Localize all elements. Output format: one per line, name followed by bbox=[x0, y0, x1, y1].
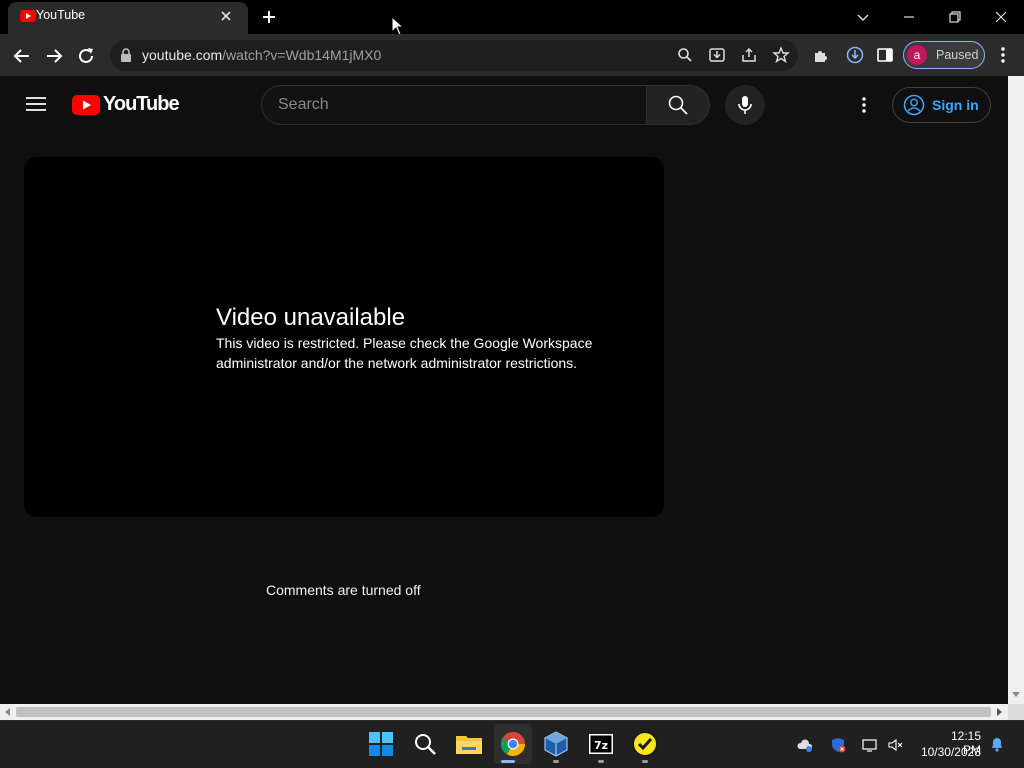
youtube-logo-text[interactable]: YouTube bbox=[103, 93, 180, 116]
profile-status: Paused bbox=[936, 48, 979, 62]
restore-button[interactable] bbox=[944, 6, 966, 28]
vertical-scrollbar[interactable] bbox=[1008, 76, 1024, 704]
7zip-icon[interactable]: 7z bbox=[586, 729, 616, 759]
sign-in-label: Sign in bbox=[932, 97, 979, 113]
youtube-favicon-icon bbox=[20, 10, 36, 22]
scroll-right-arrow-icon[interactable] bbox=[995, 708, 1003, 716]
volume-muted-icon[interactable] bbox=[887, 737, 903, 753]
forward-button[interactable] bbox=[43, 45, 65, 67]
tab-search-chevron-icon[interactable] bbox=[852, 6, 874, 28]
svg-text:7z: 7z bbox=[594, 739, 608, 752]
mouse-cursor-icon bbox=[391, 16, 405, 36]
search-button[interactable] bbox=[646, 85, 710, 125]
hamburger-menu-icon[interactable] bbox=[26, 96, 46, 112]
search-placeholder: Search bbox=[278, 96, 329, 113]
scroll-down-arrow-icon[interactable] bbox=[1012, 690, 1020, 698]
file-explorer-icon[interactable] bbox=[454, 729, 484, 759]
norton-icon[interactable] bbox=[630, 729, 660, 759]
minimize-button[interactable] bbox=[898, 6, 920, 28]
avatar: a bbox=[907, 45, 927, 65]
scrollbar-corner bbox=[1008, 704, 1024, 720]
security-shield-icon[interactable] bbox=[830, 737, 846, 753]
url-text[interactable]: youtube.com/watch?v=Wdb14M1jMX0 bbox=[142, 47, 381, 63]
network-icon[interactable] bbox=[862, 737, 878, 753]
bookmark-star-icon[interactable] bbox=[772, 46, 790, 64]
tab-title: YouTube bbox=[36, 8, 86, 22]
start-icon[interactable] bbox=[366, 729, 396, 759]
scroll-left-arrow-icon[interactable] bbox=[4, 708, 12, 716]
new-tab-button[interactable] bbox=[260, 8, 278, 26]
error-title: Video unavailable bbox=[216, 304, 406, 331]
extensions-icon[interactable] bbox=[812, 46, 830, 64]
side-panel-icon[interactable] bbox=[876, 46, 894, 64]
chrome-menu-icon[interactable] bbox=[994, 45, 1012, 65]
back-button[interactable] bbox=[11, 45, 33, 67]
microphone-icon bbox=[738, 96, 752, 114]
account-icon bbox=[903, 94, 925, 116]
comments-status: Comments are turned off bbox=[266, 582, 421, 598]
settings-menu-icon[interactable] bbox=[855, 95, 873, 115]
norton-running-indicator bbox=[642, 760, 648, 763]
onedrive-icon[interactable] bbox=[797, 737, 813, 753]
download-extension-icon[interactable] bbox=[846, 46, 864, 64]
clock-date[interactable]: 10/30/2023 bbox=[919, 745, 981, 759]
zoom-search-icon[interactable] bbox=[676, 46, 694, 64]
close-window-button[interactable] bbox=[990, 6, 1012, 28]
virtualbox-icon[interactable] bbox=[541, 729, 571, 759]
tab-close-icon[interactable] bbox=[218, 8, 234, 24]
chrome-running-indicator bbox=[501, 760, 515, 763]
install-app-icon[interactable] bbox=[708, 46, 726, 64]
youtube-logo-icon[interactable] bbox=[72, 95, 100, 115]
share-icon[interactable] bbox=[740, 46, 758, 64]
reload-button[interactable] bbox=[75, 45, 97, 67]
horizontal-scroll-thumb[interactable] bbox=[16, 707, 991, 717]
search-icon[interactable] bbox=[410, 729, 440, 759]
error-message: This video is restricted. Please check t… bbox=[216, 335, 593, 371]
virtualbox-running-indicator bbox=[553, 760, 559, 763]
voice-search-button[interactable] bbox=[725, 85, 765, 125]
lock-icon[interactable] bbox=[120, 48, 132, 62]
notification-bell-icon[interactable] bbox=[989, 736, 1005, 752]
7zip-running-indicator bbox=[598, 760, 604, 763]
chrome-icon[interactable] bbox=[498, 729, 528, 759]
url-host: youtube.com bbox=[142, 47, 223, 63]
url-path: /watch?v=Wdb14M1jMX0 bbox=[222, 47, 382, 63]
